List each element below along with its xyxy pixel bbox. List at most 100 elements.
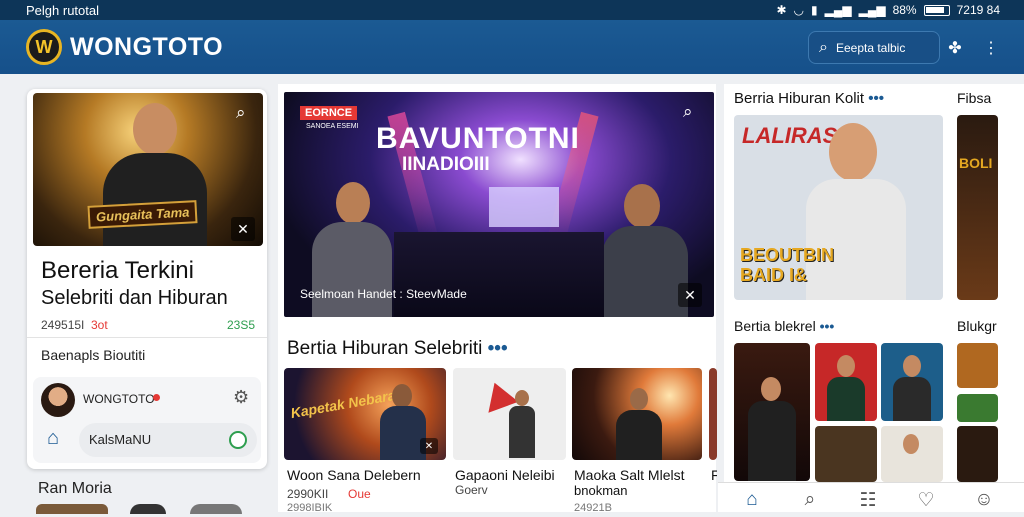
grid-thumb-6[interactable] <box>957 343 998 388</box>
more-vertical-icon: ⋮ <box>983 39 999 57</box>
article-tag: 3ot <box>91 318 108 332</box>
sim-icon: ▮ <box>811 3 818 17</box>
app-bar: W WONGTOTO ⌕ Eeepta talbic ✤ ⋮ <box>0 20 1024 74</box>
menu-pill[interactable]: KalsMaNU <box>79 423 257 457</box>
card-subtitle: Baenapls Bioutiti <box>41 347 146 363</box>
stage-screen <box>489 187 559 227</box>
more-dots-icon[interactable]: ••• <box>820 318 835 334</box>
row-bottom-1: 2998IBIK <box>287 502 333 514</box>
search-icon: ⌕ <box>819 38 828 56</box>
person-body <box>509 406 535 458</box>
crowd-person <box>624 184 660 228</box>
right-poster-side[interactable]: BOLI <box>957 115 998 300</box>
menu-label: KalsMaNU <box>89 432 152 447</box>
hero-title-1: BAVUNTOTNI <box>376 122 580 155</box>
hero-badge: EORNCE <box>300 106 358 120</box>
headline-line-2[interactable]: Selebriti dan Hiburan <box>41 287 228 310</box>
featured-thumbnail[interactable]: Gungaita Tama ⌕ ✕ <box>33 93 263 246</box>
item-2-title[interactable]: Gapaoni Neleibi <box>455 467 555 483</box>
hero-badge-sub: SANOEA ESEMI <box>306 123 359 130</box>
person-head <box>903 434 919 454</box>
close-icon[interactable]: ✕ <box>420 438 438 454</box>
item-1-tag: Oue <box>348 487 371 501</box>
brand-name[interactable]: WONGTOTO <box>70 33 223 62</box>
article-score: 23S5 <box>227 318 256 332</box>
headline-line-1[interactable]: Bereria Terkini <box>41 257 194 285</box>
right-mid-next-title[interactable]: Blukgr <box>957 318 997 334</box>
settings-icon[interactable]: ⚙ <box>233 387 249 408</box>
person-head <box>133 103 177 155</box>
grid-thumb-1[interactable] <box>734 343 810 481</box>
right-mid-title[interactable]: Bertia blekrel ••• <box>734 318 834 334</box>
poster-top-text: LALIRAS <box>742 123 838 148</box>
right-poster[interactable]: LALIRAS BEOUTBIN BAID I& <box>734 115 943 300</box>
close-icon[interactable]: ✕ <box>678 283 702 307</box>
crowd-person-body <box>312 222 392 317</box>
grid-thumb-5[interactable] <box>881 426 943 482</box>
row-bottom-2: 24921B <box>574 502 612 514</box>
center-thumb-1[interactable]: Kapetak Nebara ✕ <box>284 368 446 460</box>
person-head <box>761 377 781 401</box>
crowd-person-body <box>602 226 688 317</box>
peek-thumb-2[interactable] <box>130 504 166 514</box>
right-section-title[interactable]: Berria Hiburan Kolit ••• <box>734 90 884 107</box>
crowd <box>394 232 604 317</box>
person-head <box>515 390 529 406</box>
toggle-icon[interactable] <box>229 431 247 449</box>
zoom-icon[interactable]: ⌕ <box>683 102 693 122</box>
more-dots-icon[interactable]: ••• <box>488 338 508 359</box>
grid-thumb-4[interactable] <box>815 426 877 482</box>
grid-thumb-3[interactable] <box>881 343 943 421</box>
item-1-title[interactable]: Woon Sana Delebern <box>287 467 421 483</box>
item-3-title[interactable]: Maoka Salt Mlelst <box>574 467 684 483</box>
grid-thumb-8[interactable] <box>957 426 998 482</box>
search-label: Eeepta talbic <box>835 40 906 55</box>
item-1-meta: 2990KII <box>287 487 329 501</box>
user-name[interactable]: WONGTOTO <box>83 392 155 406</box>
center-thumb-4[interactable] <box>709 368 717 460</box>
center-section-title[interactable]: Bertia Hiburan Selebriti ••• <box>287 338 508 360</box>
battery-percent: 88% <box>892 3 917 17</box>
zoom-icon[interactable]: ⌕ <box>236 103 246 123</box>
clock: 7219 84 <box>956 3 1000 17</box>
item-2-meta: Goerv <box>455 483 488 497</box>
person-head <box>829 123 877 181</box>
search-bar[interactable]: ⌕ Eeepta talbic <box>808 31 940 64</box>
avatar[interactable] <box>41 383 75 417</box>
person-body <box>893 377 931 421</box>
more-menu-button[interactable]: ⋮ <box>976 31 1006 64</box>
center-thumb-2[interactable] <box>453 368 566 460</box>
crowd-person <box>336 182 370 224</box>
divider <box>27 337 267 338</box>
wifi-icon: ◡ <box>793 3 805 17</box>
bottom-nav: ⌂ ⌕ ☷ ♡ ☺ <box>718 482 1024 512</box>
status-icons: ✱ ◡ ▮ ▂▄▆ ▂▄▆ 88% 7219 84 <box>776 3 1000 17</box>
hero-caption: Seelmoan Handet : SteevMade <box>300 287 467 301</box>
person-body <box>380 406 426 460</box>
hero-title-2: IINADIOIII <box>402 154 490 175</box>
grid-thumb-2[interactable] <box>815 343 877 421</box>
poster-bottom-text: BEOUTBIN BAID I& <box>740 245 834 285</box>
item-4-title[interactable]: Fi <box>711 467 717 483</box>
carrier-label: Pelgh rutotal <box>26 2 99 18</box>
more-dots-icon[interactable]: ••• <box>868 90 884 107</box>
right-next-title[interactable]: Fibsa <box>957 90 991 106</box>
person-head <box>903 355 921 377</box>
featured-article-card[interactable]: Gungaita Tama ⌕ ✕ Bereria Terkini Selebr… <box>27 89 267 469</box>
battery-icon <box>923 4 950 16</box>
share-button[interactable]: ✤ <box>940 31 970 64</box>
brand-logo-icon[interactable]: W <box>26 29 62 65</box>
person-body <box>748 401 796 481</box>
peek-thumb-1[interactable] <box>36 504 108 514</box>
home-icon[interactable]: ⌂ <box>47 427 59 450</box>
hero-banner[interactable]: EORNCE SANOEA ESEMI BAVUNTOTNI IINADIOII… <box>284 92 714 317</box>
peek-thumb-3[interactable] <box>190 504 242 514</box>
center-thumb-3[interactable] <box>572 368 702 460</box>
notification-dot <box>153 394 160 401</box>
signal-icon-2: ▂▄▆ <box>858 3 886 17</box>
person-head <box>392 384 412 408</box>
article-views: 249515I <box>41 318 85 332</box>
grid-thumb-7[interactable] <box>957 394 998 422</box>
close-icon[interactable]: ✕ <box>231 217 255 241</box>
right-mid-title-text: Bertia blekrel <box>734 318 816 334</box>
